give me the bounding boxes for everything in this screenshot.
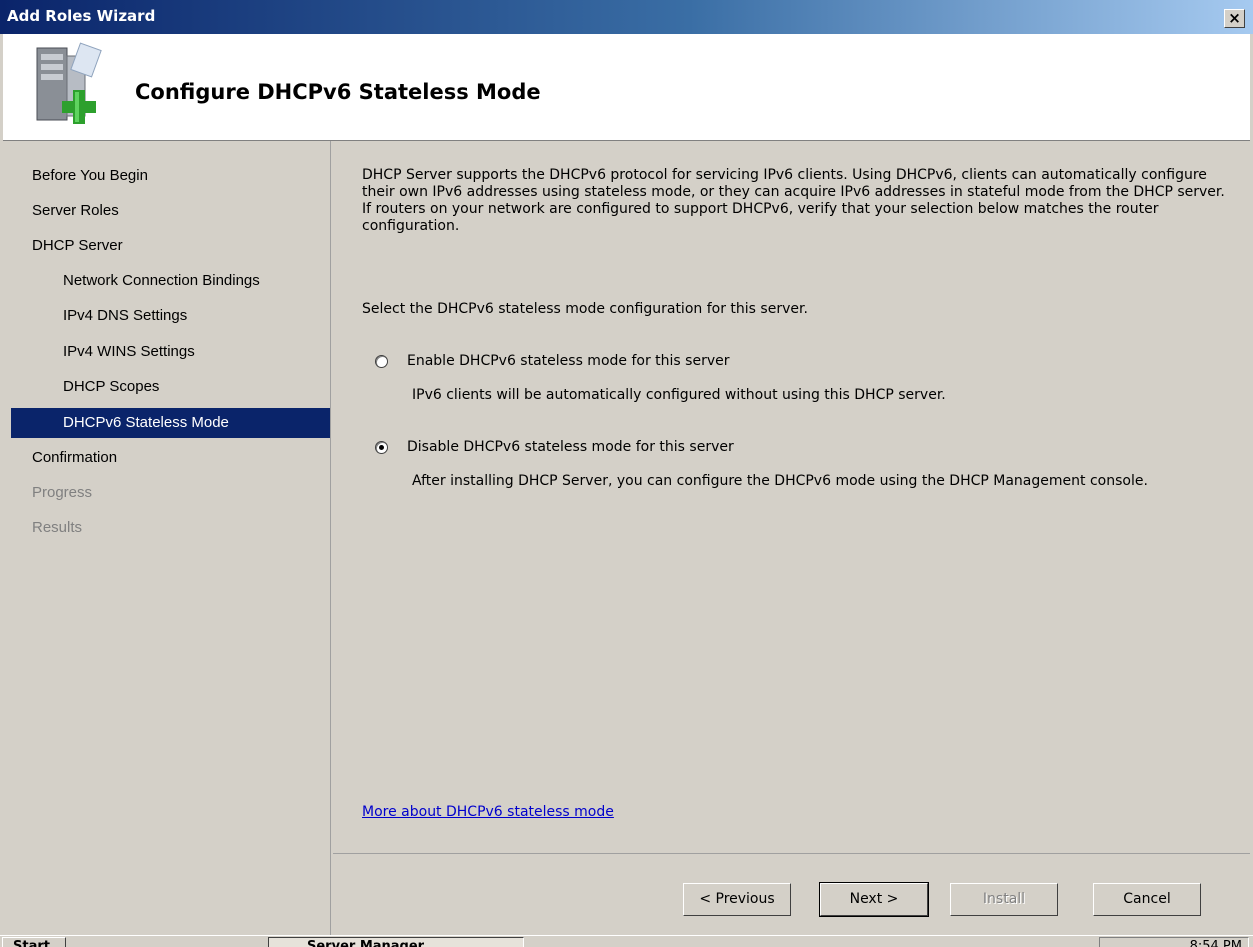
enable-stateless-description: IPv6 clients will be automatically confi…: [412, 387, 946, 403]
previous-button[interactable]: < Previous: [683, 883, 791, 916]
nav-step-dhcp-scopes[interactable]: DHCP Scopes: [11, 372, 330, 402]
intro-text: DHCP Server supports the DHCPv6 protocol…: [362, 167, 1225, 234]
server-add-role-icon: [36, 42, 102, 124]
nav-step-dhcpv6-stateless-mode[interactable]: DHCPv6 Stateless Mode: [11, 408, 330, 438]
nav-step-network-connection-bindings[interactable]: Network Connection Bindings: [11, 266, 330, 296]
help-link[interactable]: More about DHCPv6 stateless mode: [362, 804, 614, 820]
nav-step-ipv4-dns-settings[interactable]: IPv4 DNS Settings: [11, 301, 330, 331]
nav-step-before-you-begin[interactable]: Before You Begin: [11, 161, 330, 191]
taskbar: Start Server Manager 8:54 PM: [0, 935, 1253, 947]
enable-stateless-radio[interactable]: [375, 354, 388, 368]
nav-step-progress: Progress: [32, 484, 93, 501]
disable-stateless-description: After installing DHCP Server, you can co…: [412, 473, 1148, 489]
wizard-header: Configure DHCPv6 Stateless Mode: [3, 34, 1250, 141]
window-title: Add Roles Wizard: [7, 7, 156, 25]
enable-stateless-label[interactable]: Enable DHCPv6 stateless mode for this se…: [407, 353, 729, 369]
next-button[interactable]: Next >: [819, 882, 929, 917]
nav-step-dhcp-server[interactable]: DHCP Server: [11, 231, 330, 261]
cancel-button[interactable]: Cancel: [1093, 883, 1201, 916]
page-title: Configure DHCPv6 Stateless Mode: [135, 80, 541, 104]
close-button[interactable]: ×: [1224, 9, 1245, 28]
content-pane: DHCP Server supports the DHCPv6 protocol…: [333, 141, 1250, 853]
disable-stateless-radio[interactable]: [375, 440, 388, 454]
nav-step-results: Results: [32, 519, 83, 536]
selection-prompt: Select the DHCPv6 stateless mode configu…: [362, 301, 808, 317]
nav-step-ipv4-wins-settings[interactable]: IPv4 WINS Settings: [11, 337, 330, 367]
title-bar: Add Roles Wizard ×: [0, 0, 1253, 34]
enable-stateless-option[interactable]: Enable DHCPv6 stateless mode for this se…: [375, 353, 729, 369]
disable-stateless-option[interactable]: Disable DHCPv6 stateless mode for this s…: [375, 439, 734, 455]
nav-step-server-roles[interactable]: Server Roles: [11, 196, 330, 226]
wizard-step-list: Before You Begin Server Roles DHCP Server N…: [3, 141, 331, 941]
wizard-footer: < Previous Next > Install Cancel: [333, 853, 1250, 942]
nav-step-confirmation[interactable]: Confirmation: [11, 443, 330, 473]
install-button[interactable]: Install: [950, 883, 1058, 916]
disable-stateless-label[interactable]: Disable DHCPv6 stateless mode for this s…: [407, 439, 734, 455]
